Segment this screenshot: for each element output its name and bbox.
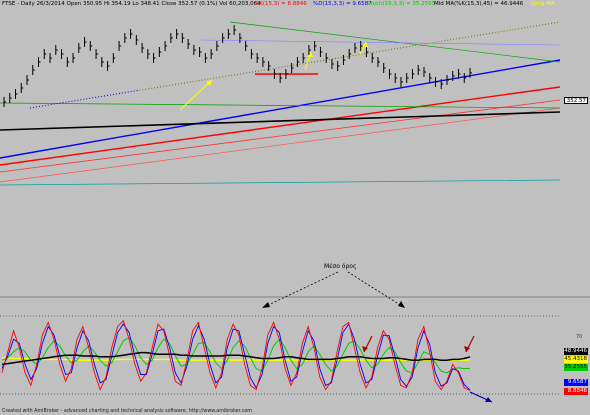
price-badge: 352.57 — [564, 97, 588, 104]
header-longma: Long MA — [531, 1, 555, 7]
osc-label-longma: 45.4318 — [564, 356, 588, 363]
header-close: Close 352.57 (0.1%) — [161, 1, 218, 7]
annotation-meso-oros: Μέσο όρος — [324, 263, 357, 270]
header-symbol-text: FTSE - Daily 26/3/2014 — [2, 1, 65, 7]
header-d: %D(15,3,3) = 9.6587 — [313, 1, 372, 7]
chart-canvas — [0, 0, 590, 403]
header-midma: Mid MA(%K(15,3),45) = 46.9446 — [434, 1, 524, 7]
osc-label-d: 9.6587 — [564, 379, 588, 386]
header-high: Hi 354.19 — [103, 1, 131, 7]
header-k: %K(15,3) = 8.8846 — [254, 1, 307, 7]
osc-axis-tick: 70 — [576, 334, 583, 340]
oscillator-pane — [0, 298, 590, 403]
header-low: Lo 348.41 — [132, 1, 160, 7]
header-symbol: FTSE - Daily 26/3/2014 Open 350.95 Hi 35… — [2, 1, 261, 8]
osc-label-k: 8.8846 — [564, 388, 588, 395]
osc-label-midma: 48.9446 — [564, 348, 588, 355]
footer-credit: Created with AmiBroker - advanced charti… — [2, 409, 252, 414]
header-open: Open 350.95 — [66, 1, 103, 7]
osc-label-stoch: 35.2555 — [564, 364, 588, 371]
header-stoch: Stoch(15,3,3) = 35.2555 — [367, 1, 436, 7]
chart-window: FTSE - Daily 26/3/2014 Open 350.95 Hi 35… — [0, 0, 590, 415]
